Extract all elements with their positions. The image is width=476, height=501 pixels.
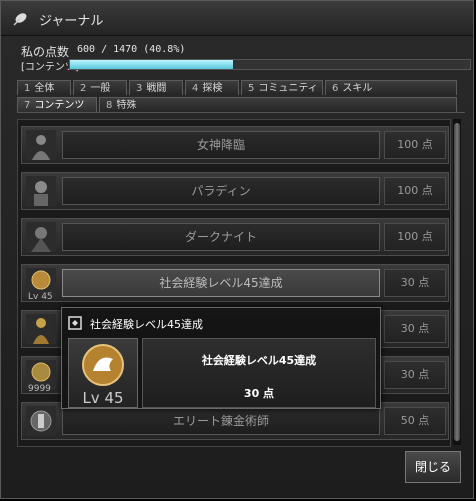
tooltip-title: 社会経験レベル45達成 [90,318,203,331]
tab-special[interactable]: 8 特殊 [99,97,457,112]
tab-combat[interactable]: 3 戦闘 [129,80,183,95]
tab-exploration[interactable]: 4 探検 [185,80,239,95]
achievement-type-icon [68,316,82,330]
achievement-name: ダークナイト [62,223,380,251]
scrollbar-thumb[interactable] [454,123,460,441]
window-title: ジャーナル [39,14,104,29]
paladin-portrait-icon [26,176,56,206]
tab-all[interactable]: 1 全体 [17,80,71,95]
achievement-points: 30 点 [384,361,446,389]
achievement-row[interactable]: ダークナイト 100 点 [21,218,449,256]
tab-skill[interactable]: 6 スキル [325,80,457,95]
achievement-points: 30 点 [384,269,446,297]
tooltip-description-box: 社会経験レベル45達成 30 点 [142,338,376,408]
level-tag: Lv 45 [28,292,53,302]
tab-community[interactable]: 5 コミュニティ [241,80,323,95]
achievement-row[interactable]: Lv 45 社会経験レベル45達成 30 点 [21,264,449,302]
achievement-row[interactable]: 女神降臨 100 点 [21,126,449,164]
gold-figure-icon [26,314,56,344]
achievement-points: 50 点 [384,407,446,435]
dark-knight-portrait-icon [26,222,56,252]
alchemist-icon [26,406,56,436]
level-badge: Lv 45 [68,338,138,408]
achievement-name: 社会経験レベル45達成 [62,269,380,297]
goddess-portrait-icon [26,130,56,160]
achievement-tooltip: 社会経験レベル45達成 Lv 45 社会経験レベル45達成 30 点 [61,307,381,409]
achievement-name: 女神降臨 [62,131,380,159]
tooltip-description: 社会経験レベル45達成 [201,354,317,367]
count-tag: 9999 [28,384,51,394]
tab-contents[interactable]: 7 コンテンツ [17,97,97,112]
achievement-points: 100 点 [384,131,446,159]
score-progress-bar [69,59,471,70]
achievement-name: エリート錬金術師 [62,407,380,435]
title-bar[interactable]: ジャーナル [1,1,473,36]
tab-divider [17,112,465,113]
close-button[interactable]: 閉じる [405,451,461,483]
achievement-name: パラディン [62,177,380,205]
quill-icon [13,13,27,26]
achievement-points: 100 点 [384,177,446,205]
tooltip-points: 30 点 [243,387,275,400]
list-scrollbar[interactable] [453,119,461,445]
tooltip-level: Lv 45 [82,389,124,407]
achievement-points: 30 点 [384,315,446,343]
score-value: 600 / 1470 (40.8%) [77,44,186,55]
tab-general[interactable]: 2 一般 [73,80,127,95]
achievement-row[interactable]: パラディン 100 点 [21,172,449,210]
journal-window: ジャーナル 私の点数 600 / 1470 (40.8%) [コンテンツ] 1全… [0,0,474,499]
score-progress-fill [70,60,234,69]
achievement-points: 100 点 [384,223,446,251]
